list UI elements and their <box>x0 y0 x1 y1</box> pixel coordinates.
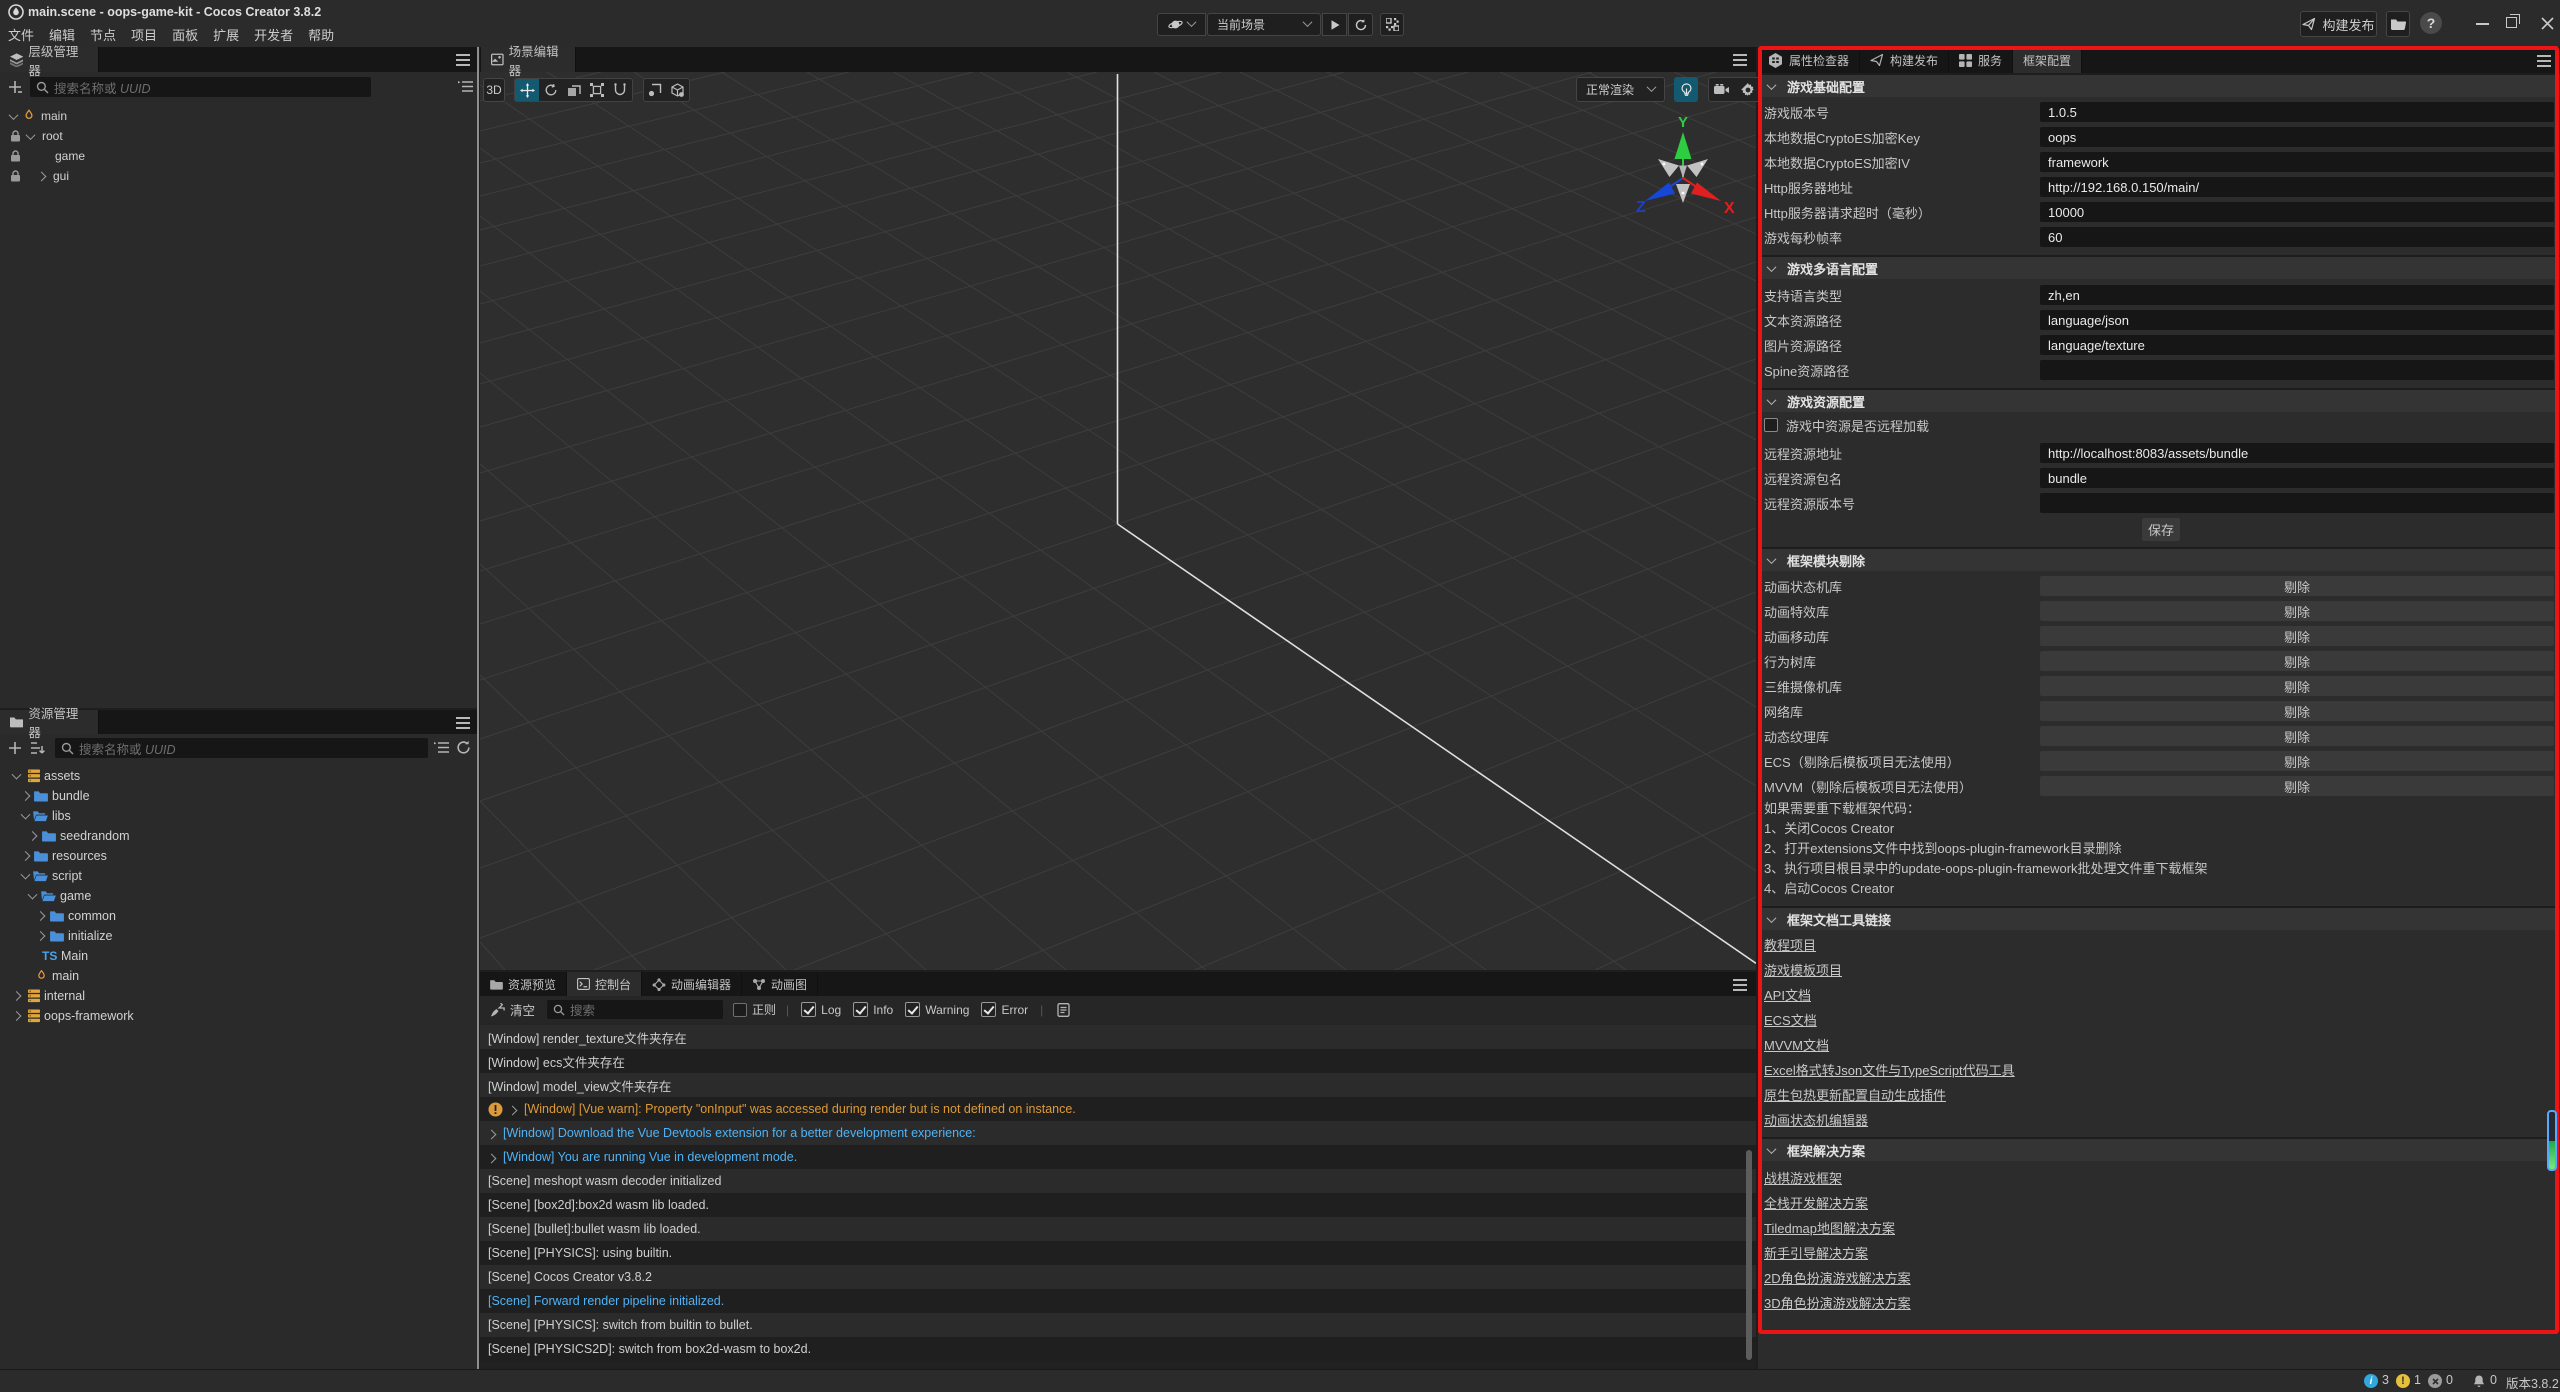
svg-text:Z: Z <box>1636 199 1646 216</box>
svg-text:X: X <box>1724 200 1735 217</box>
svg-text:Y: Y <box>1678 114 1688 131</box>
